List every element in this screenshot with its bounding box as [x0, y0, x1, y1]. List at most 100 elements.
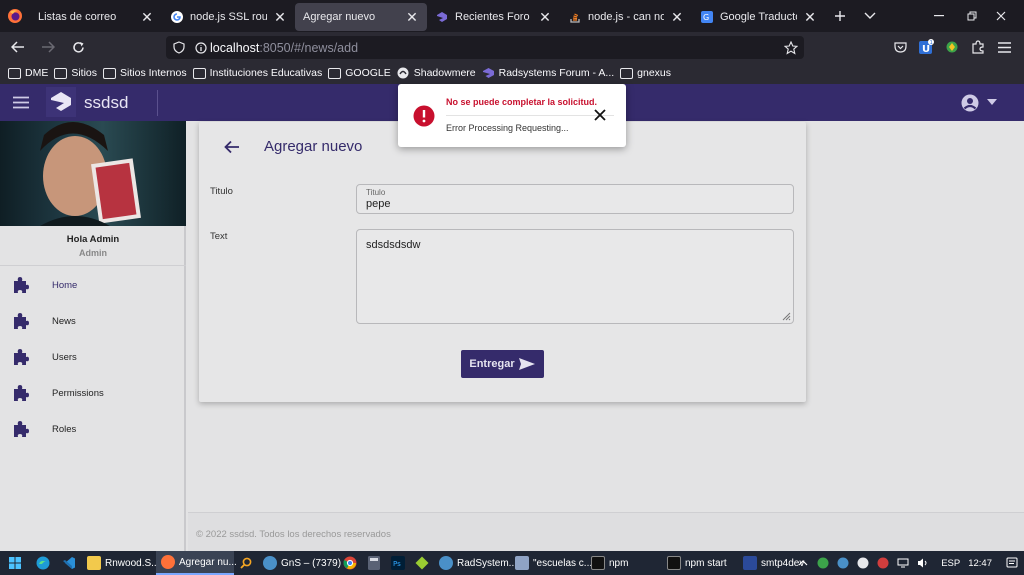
bookmarks-bar: DME Sitios Sitios Internos Instituciones…	[0, 62, 1024, 84]
url-host: localhost	[210, 40, 260, 55]
firefox-logo-icon[interactable]	[0, 0, 30, 32]
sidebar-item-roles[interactable]: Roles	[0, 411, 186, 447]
git-icon[interactable]	[410, 551, 434, 575]
bookmark-label: gnexus	[637, 67, 672, 79]
photoshop-icon[interactable]: Ps	[386, 551, 410, 575]
list-tabs-chevron-icon[interactable]	[855, 0, 885, 32]
send-icon	[518, 358, 535, 370]
resize-grip-icon[interactable]	[781, 311, 791, 321]
bookmark-link[interactable]: Shadowmere	[397, 67, 476, 80]
taskbar-item-npm[interactable]: npm	[586, 551, 662, 575]
close-icon[interactable]: ✕	[803, 10, 817, 24]
volume-icon[interactable]	[915, 555, 931, 571]
close-icon[interactable]: ✕	[273, 10, 287, 24]
windows-start-icon[interactable]	[0, 551, 30, 575]
close-icon[interactable]: ✕	[140, 10, 154, 24]
folder-icon	[54, 67, 68, 79]
menu-hamburger-icon[interactable]	[12, 93, 30, 111]
back-arrow-icon[interactable]	[3, 32, 33, 62]
close-icon[interactable]: ✕	[538, 10, 552, 24]
google-translate-icon: G	[700, 10, 714, 24]
bookmark-link[interactable]: Radsystems Forum - A...	[482, 67, 614, 80]
brand-name: ssdsd	[84, 93, 129, 112]
browser-tab-active[interactable]: Agregar nuevo ✕	[295, 3, 427, 31]
app-footer: © 2022 ssdsd. Todos los derechos reserva…	[188, 512, 1024, 551]
menu-hamburger-icon[interactable]	[990, 32, 1018, 62]
account-circle-icon[interactable]	[960, 93, 980, 113]
close-icon[interactable]: ✕	[670, 10, 684, 24]
calculator-icon[interactable]	[362, 551, 386, 575]
bookmark-folder[interactable]: gnexus	[620, 67, 671, 79]
tray-app-icon[interactable]	[835, 555, 851, 571]
new-tab-plus-icon[interactable]	[825, 0, 855, 32]
close-window-icon[interactable]	[978, 0, 1024, 32]
chevron-up-icon[interactable]	[795, 555, 811, 571]
browser-tab[interactable]: Listas de correo ✕	[30, 3, 162, 31]
chrome-icon[interactable]	[338, 551, 362, 575]
bookmark-folder[interactable]: DME	[8, 67, 48, 79]
toast-message: Error Processing Requesting...	[446, 123, 569, 133]
tray-app-icon[interactable]	[875, 555, 891, 571]
close-icon[interactable]	[593, 108, 607, 122]
close-icon[interactable]: ✕	[405, 10, 419, 24]
taskbar-item-document[interactable]: "escuelas c...	[510, 551, 592, 575]
vscode-icon[interactable]	[56, 551, 82, 575]
titulo-input[interactable]: Titulo pepe	[356, 184, 794, 214]
sidebar-divider	[0, 265, 186, 266]
radsystems-icon	[435, 10, 449, 24]
taskbar-item-npm-start[interactable]: npm start	[662, 551, 738, 575]
input-language[interactable]: ESP	[941, 558, 960, 569]
edge-browser-icon[interactable]	[30, 551, 56, 575]
tray-app-icon[interactable]	[815, 555, 831, 571]
taskbar-item-label: GnS – (7379)	[281, 557, 342, 569]
extension-u-icon[interactable]: U1	[912, 32, 940, 62]
taskbar-item-radsystems[interactable]: RadSystem...	[434, 551, 517, 575]
info-icon[interactable]	[192, 41, 210, 54]
sidebar-item-users[interactable]: Users	[0, 339, 186, 375]
browser-tab[interactable]: node.js - can not get u ✕	[560, 3, 692, 31]
bookmark-star-icon[interactable]	[783, 40, 798, 55]
tray-app-icon[interactable]	[855, 555, 871, 571]
browser-tab[interactable]: Recientes Foro de Bug ✕	[427, 3, 560, 31]
pocket-icon[interactable]	[886, 32, 914, 62]
forward-arrow-icon[interactable]	[33, 32, 63, 62]
notifications-icon[interactable]	[1004, 555, 1020, 571]
sidebar-item-news[interactable]: News	[0, 303, 186, 339]
url-bar[interactable]: localhost:8050/#/news/add	[166, 36, 804, 59]
sidebar-item-permissions[interactable]: Permissions	[0, 375, 186, 411]
bookmark-folder[interactable]: Instituciones Educativas	[192, 67, 322, 79]
titulo-label: Titulo	[210, 186, 233, 197]
toast-title: No se puede completar la solicitud.	[446, 97, 598, 107]
folder-icon	[192, 67, 206, 79]
taskbar-item-firefox[interactable]: Agregar nu...	[156, 551, 237, 575]
taskbar-item-gns[interactable]: GnS – (7379)	[258, 551, 342, 575]
taskbar-item-explorer[interactable]: Rnwood.S...	[82, 551, 159, 575]
back-arrow-icon[interactable]	[223, 138, 241, 156]
taskbar-item-label: RadSystem...	[457, 557, 518, 569]
caret-down-icon[interactable]	[987, 98, 997, 106]
puzzle-piece-icon	[12, 420, 30, 438]
search-icon[interactable]	[234, 551, 258, 575]
form-card: Agregar nuevo Titulo Titulo pepe Text sd…	[199, 122, 806, 402]
sidebar-item-home[interactable]: Home	[0, 267, 186, 303]
text-value: sdsdsdsdw	[366, 239, 421, 251]
google-icon	[170, 10, 184, 24]
reload-icon[interactable]	[63, 32, 93, 62]
shield-icon[interactable]	[166, 41, 192, 54]
submit-button[interactable]: Entregar	[461, 350, 544, 378]
profile-greeting: Hola Admin	[66, 234, 120, 245]
bookmark-folder[interactable]: Sitios	[54, 67, 97, 79]
clock-time[interactable]: 12:47	[968, 558, 992, 569]
bookmark-folder[interactable]: Sitios Internos	[103, 67, 187, 79]
extension-gem-icon[interactable]	[938, 32, 966, 62]
toast-divider	[446, 115, 614, 116]
browser-tab[interactable]: G Google Traductor ✕	[692, 3, 825, 31]
terminal-icon	[667, 556, 681, 570]
error-toast: No se puede completar la solicitud. Erro…	[398, 84, 626, 147]
browser-tab[interactable]: node.js SSL routines w ✕	[162, 3, 295, 31]
brand-logo-icon	[46, 87, 76, 117]
extensions-puzzle-icon[interactable]	[964, 32, 992, 62]
text-textarea[interactable]: sdsdsdsdw	[356, 229, 794, 324]
bookmark-folder[interactable]: GOOGLE	[328, 67, 391, 79]
network-icon[interactable]	[895, 555, 911, 571]
